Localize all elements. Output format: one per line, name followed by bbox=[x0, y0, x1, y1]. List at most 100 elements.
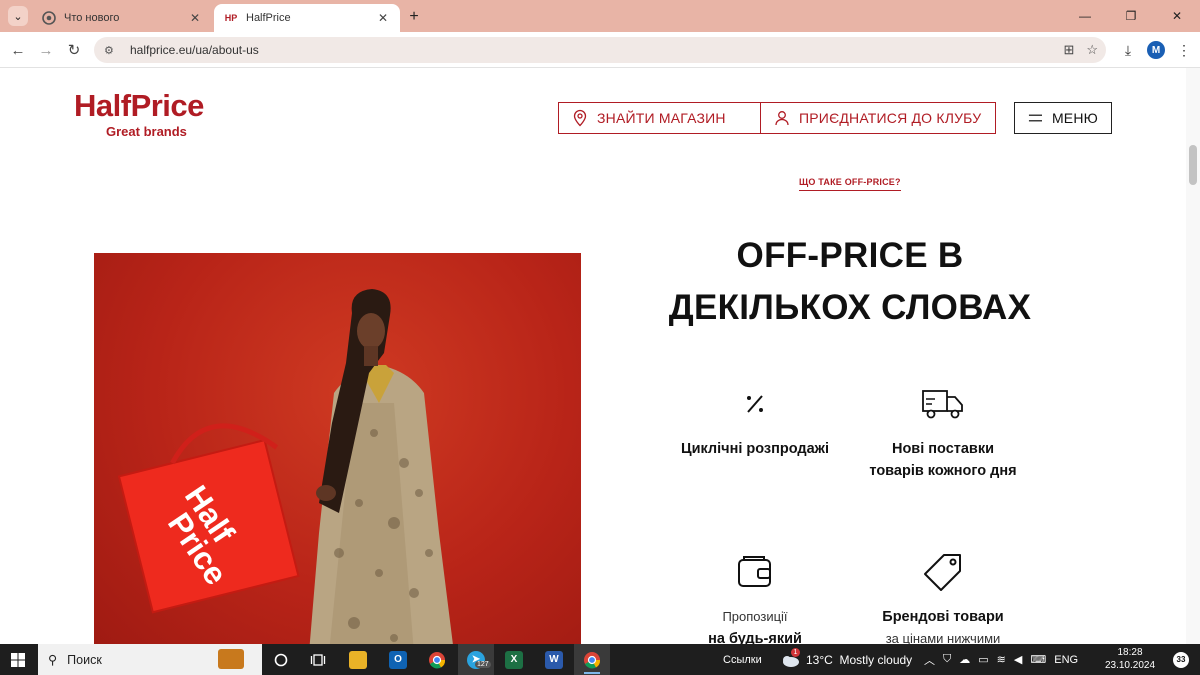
tab-halfprice[interactable]: HP HalfPrice ✕ bbox=[214, 4, 400, 32]
system-tray: ︿ ⛉ ☁ ▭ ≋ ◀ ⌨ ENG bbox=[924, 644, 1078, 675]
clock-time: 18:28 bbox=[1117, 647, 1143, 658]
wallet-icon bbox=[660, 552, 850, 592]
web-page: HalfPrice Great brands ЗНАЙТИ МАГАЗИН ПР… bbox=[0, 68, 1186, 644]
links-toolbar[interactable]: Ссылки bbox=[723, 644, 762, 675]
notifications-button[interactable]: 33 bbox=[1168, 644, 1194, 675]
minimize-button[interactable]: — bbox=[1062, 0, 1108, 32]
shield-icon[interactable]: ⛉ bbox=[943, 653, 951, 666]
logo-tagline: Great brands bbox=[106, 124, 187, 139]
close-icon[interactable]: ✕ bbox=[188, 11, 202, 25]
feature-title: Брендові товари bbox=[882, 609, 1004, 625]
excel-icon[interactable]: X bbox=[500, 644, 528, 675]
monitor-icon[interactable]: ▭ bbox=[978, 653, 988, 666]
feature-subtitle: Пропозиції bbox=[722, 609, 788, 624]
feature-title-line-1: Нові поставки bbox=[891, 441, 995, 457]
weather-badge: 1 bbox=[791, 647, 800, 657]
tag-icon bbox=[848, 552, 1038, 592]
weather-cloud-icon: 1 bbox=[780, 647, 800, 667]
word-icon[interactable]: W bbox=[540, 644, 568, 675]
window-controls: — ❐ ✕ bbox=[1062, 0, 1200, 32]
task-view-icon[interactable] bbox=[305, 644, 331, 675]
chrome-taskbar-icon[interactable] bbox=[423, 644, 451, 675]
feature-title: на будь-який bbox=[708, 631, 802, 644]
search-placeholder: Поиск bbox=[67, 652, 102, 667]
cortana-icon[interactable] bbox=[268, 644, 294, 675]
hamburger-icon bbox=[1028, 114, 1043, 122]
scrollbar-thumb[interactable] bbox=[1189, 145, 1197, 185]
headline-line-1: OFF-PRICE В bbox=[736, 236, 964, 275]
chrome-profile-taskbar-icon[interactable] bbox=[574, 644, 610, 675]
keyboard-icon[interactable]: ⌨ bbox=[1030, 653, 1046, 666]
telegram-icon[interactable]: ➤ 127 bbox=[458, 644, 494, 675]
close-icon[interactable]: ✕ bbox=[376, 11, 390, 25]
user-icon bbox=[775, 111, 789, 126]
url-text: halfprice.eu/ua/about-us bbox=[130, 43, 259, 57]
feature-new-deliveries: Нові поставки товарів кожного дня bbox=[848, 384, 1038, 482]
reload-button[interactable]: ↻ bbox=[64, 40, 84, 60]
forward-button[interactable]: → bbox=[36, 40, 56, 60]
halfprice-favicon: HP bbox=[224, 13, 238, 23]
tab-search-button[interactable]: ⌄ bbox=[8, 6, 28, 26]
windows-logo-icon bbox=[11, 652, 25, 667]
active-indicator bbox=[584, 672, 600, 674]
logo-brand: HalfPrice bbox=[74, 88, 204, 123]
hero-image: Half Price bbox=[94, 253, 581, 644]
weather-text: 13°C Mostly cloudy bbox=[806, 652, 913, 667]
close-window-button[interactable]: ✕ bbox=[1154, 0, 1200, 32]
search-icon: ⚲ bbox=[48, 653, 58, 667]
site-info-icon[interactable]: ⚙ bbox=[104, 44, 120, 57]
headline-line-2: ДЕКІЛЬКОХ СЛОВАХ bbox=[668, 288, 1032, 327]
location-pin-icon bbox=[573, 109, 587, 127]
feature-title-line-2: товарів кожного дня bbox=[869, 463, 1017, 479]
feature-brand-goods: Брендові товари за цінами нижчими bbox=[848, 552, 1038, 644]
bookmark-star-icon[interactable]: ☆ bbox=[1086, 42, 1098, 58]
outlook-icon[interactable]: O bbox=[384, 644, 412, 675]
browser-tab-strip: ⌄ Что нового ✕ HP HalfPrice ✕ + — ❐ ✕ bbox=[0, 0, 1200, 32]
clock[interactable]: 18:28 23.10.2024 bbox=[1100, 646, 1160, 672]
section-headline: OFF-PRICE В ДЕКІЛЬКОХ СЛОВАХ bbox=[640, 230, 1060, 334]
avatar: M bbox=[1147, 41, 1165, 59]
what-is-off-price-link[interactable]: ЩО ТАКЕ OFF-PRICE? bbox=[799, 177, 901, 191]
join-club-label: ПРИЄДНАТИСЯ ДО КЛУБУ bbox=[799, 110, 982, 126]
start-button[interactable] bbox=[0, 644, 36, 675]
menu-button[interactable]: МЕНЮ bbox=[1014, 102, 1112, 134]
more-menu-icon[interactable]: ⋮ bbox=[1174, 40, 1194, 60]
new-tab-button[interactable]: + bbox=[404, 7, 424, 27]
windows-taskbar: ⚲ Поиск O ➤ 127 X W Ссылки 1 13°C Mostly… bbox=[0, 644, 1200, 675]
feature-offers: Пропозиції на будь-який bbox=[660, 552, 850, 644]
find-store-label: ЗНАЙТИ МАГАЗИН bbox=[597, 110, 726, 126]
find-store-button[interactable]: ЗНАЙТИ МАГАЗИН bbox=[558, 102, 770, 134]
links-label: Ссылки bbox=[723, 653, 762, 666]
hero-illustration: Half Price bbox=[117, 289, 453, 644]
tab-title: Что нового bbox=[64, 12, 120, 24]
restore-button[interactable]: ❐ bbox=[1108, 0, 1154, 32]
taskbar-search[interactable]: ⚲ Поиск bbox=[38, 644, 262, 675]
menu-label: МЕНЮ bbox=[1051, 110, 1098, 126]
volume-icon[interactable]: ◀ bbox=[1014, 653, 1022, 666]
browser-toolbar: ← → ↻ ⚙ halfprice.eu/ua/about-us ⊞ ☆ ⤓ M… bbox=[0, 32, 1200, 68]
cloud-sync-icon[interactable]: ☁ bbox=[959, 653, 970, 666]
notifications-badge: 33 bbox=[1173, 651, 1189, 668]
language-indicator[interactable]: ENG bbox=[1054, 654, 1078, 666]
telegram-badge: 127 bbox=[475, 661, 491, 668]
chrome-icon bbox=[42, 11, 56, 25]
tab-whats-new[interactable]: Что нового ✕ bbox=[32, 4, 212, 32]
downloads-icon[interactable]: ⤓ bbox=[1118, 40, 1138, 60]
feature-title: Циклічні розпродажі bbox=[680, 441, 829, 457]
tab-title: HalfPrice bbox=[246, 12, 291, 24]
translate-icon[interactable]: ⊞ bbox=[1063, 42, 1074, 58]
profile-avatar[interactable]: M bbox=[1146, 40, 1166, 60]
join-club-button[interactable]: ПРИЄДНАТИСЯ ДО КЛУБУ bbox=[760, 102, 996, 134]
halfprice-logo[interactable]: HalfPrice Great brands bbox=[74, 88, 224, 139]
chevron-up-icon[interactable]: ︿ bbox=[924, 652, 935, 668]
back-button[interactable]: ← bbox=[8, 40, 28, 60]
truck-icon bbox=[848, 384, 1038, 424]
network-icon[interactable]: ≋ bbox=[997, 653, 1006, 666]
percent-icon bbox=[660, 384, 850, 424]
briefcase-icon bbox=[218, 649, 244, 669]
page-scrollbar[interactable] bbox=[1186, 68, 1200, 644]
weather-widget[interactable]: 1 13°C Mostly cloudy bbox=[780, 644, 912, 675]
address-bar[interactable]: ⚙ halfprice.eu/ua/about-us ⊞ ☆ bbox=[94, 37, 1106, 63]
file-explorer-icon[interactable] bbox=[344, 644, 372, 675]
feature-cyclic-sales: Циклічні розпродажі bbox=[660, 384, 850, 460]
